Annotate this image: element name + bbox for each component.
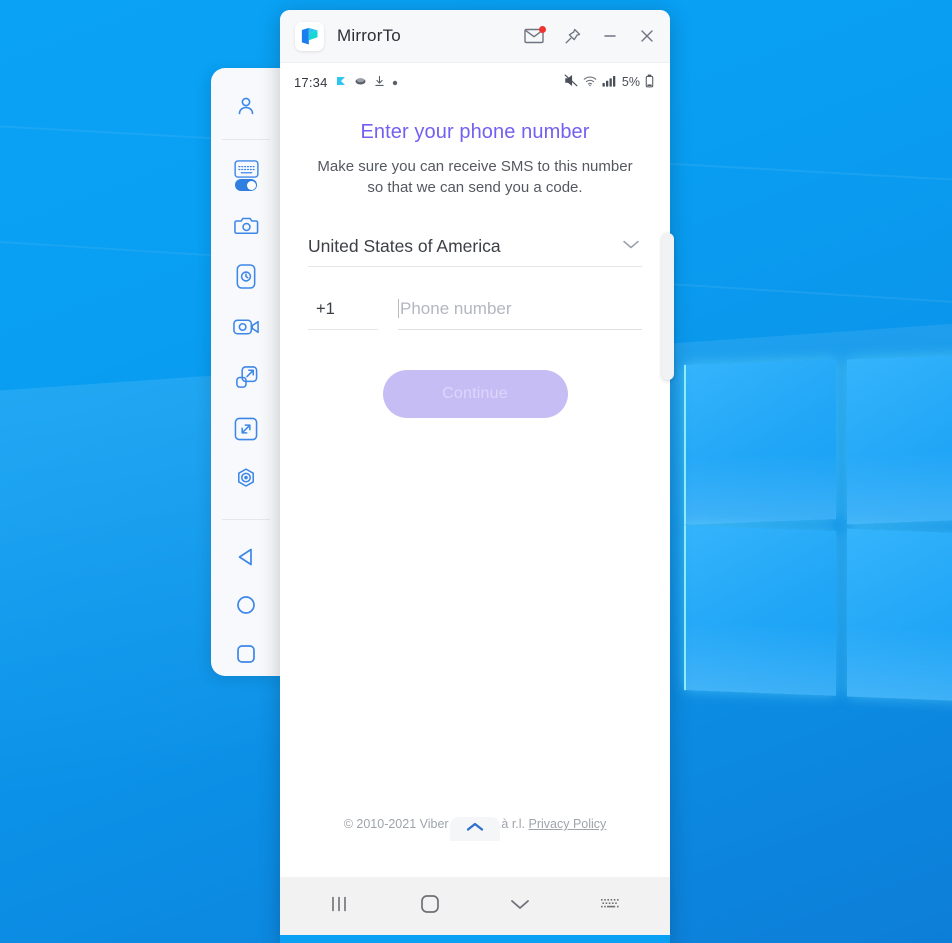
sidebar-item-account[interactable] (223, 84, 269, 129)
nav-home-button[interactable] (402, 884, 458, 928)
viber-notification-icon (335, 75, 347, 90)
sidebar-divider (222, 138, 270, 140)
window-bottom-accent (280, 935, 670, 943)
minimize-button[interactable] (601, 27, 619, 45)
feedback-mail-button[interactable] (524, 26, 546, 44)
notification-badge (539, 26, 546, 33)
windows-logo-pane (847, 528, 952, 704)
signal-icon (602, 75, 616, 90)
status-bar-left: 17:34 (294, 74, 398, 90)
dial-code-field[interactable]: +1 (308, 300, 378, 330)
chevron-down-icon (620, 237, 642, 256)
share-window-icon (234, 365, 259, 390)
phone-history-icon (236, 264, 256, 290)
phone-number-placeholder: Phone number (400, 298, 512, 318)
sidebar-item-android-back[interactable] (223, 534, 269, 579)
mirrorto-flag-logo (295, 21, 324, 51)
window-resize-handle[interactable] (662, 233, 674, 380)
sidebar-item-settings[interactable] (223, 457, 269, 502)
weather-icon (354, 74, 367, 90)
rounded-square-icon (418, 892, 442, 921)
sidebar-item-history[interactable] (223, 255, 269, 300)
battery-low-icon (645, 74, 654, 91)
mirrorto-sidebar (211, 68, 281, 676)
battery-percent: 5% (621, 75, 640, 89)
windows-logo-pane (684, 359, 836, 525)
download-icon (374, 75, 385, 90)
sidebar-item-android-recents[interactable] (223, 631, 269, 676)
status-bar-time: 17:34 (294, 74, 328, 90)
windows-logo-pane (847, 352, 952, 525)
mirrorto-window: MirrorTo 17:34 5% Enter your phone numbe… (280, 10, 670, 943)
camera-icon (233, 215, 259, 237)
sidebar-item-android-home[interactable] (223, 583, 269, 628)
phone-number-input[interactable]: Phone number (398, 299, 642, 330)
nav-keyboard-button[interactable] (583, 884, 639, 928)
phone-status-bar: 17:34 5% (280, 63, 670, 101)
video-camera-icon (232, 317, 260, 337)
home-circle-icon (235, 594, 257, 616)
country-selector-label: United States of America (308, 235, 501, 256)
chevron-up-icon (465, 820, 485, 838)
mute-icon (564, 74, 578, 90)
close-button[interactable] (638, 27, 656, 45)
dot-icon (392, 75, 398, 89)
nav-recents-button[interactable] (311, 884, 367, 928)
sidebar-divider (222, 519, 270, 521)
expand-up-tab[interactable] (450, 817, 500, 841)
recents-square-icon (235, 643, 257, 665)
keyboard-dots-icon (600, 897, 622, 916)
country-selector[interactable]: United States of America (308, 236, 642, 267)
window-titlebar: MirrorTo (280, 10, 670, 63)
app-title: MirrorTo (337, 26, 401, 45)
back-triangle-icon (235, 546, 257, 568)
viber-registration-screen: Enter your phone number Make sure you ca… (280, 101, 670, 877)
user-icon (234, 94, 258, 118)
pin-button[interactable] (563, 27, 582, 46)
windows-logo (671, 352, 952, 704)
chevron-down-icon (508, 896, 532, 917)
phone-mirror-screen: 17:34 5% Enter your phone number Make su… (280, 63, 670, 943)
gear-target-icon (234, 467, 258, 491)
sidebar-item-keyboard[interactable] (223, 154, 269, 199)
expand-arrows-icon (234, 417, 258, 441)
page-title: Enter your phone number (360, 121, 590, 143)
phone-number-row: +1 Phone number (308, 299, 642, 330)
three-bars-icon (328, 893, 350, 920)
status-bar-right: 5% (564, 74, 654, 91)
sidebar-item-record[interactable] (223, 305, 269, 350)
privacy-policy-link[interactable]: Privacy Policy (529, 817, 607, 831)
keyboard-icon (233, 160, 259, 192)
windows-logo-pane (684, 525, 836, 696)
text-caret (398, 299, 399, 319)
continue-button[interactable]: Continue (382, 369, 568, 418)
android-nav-bar (280, 877, 670, 935)
sidebar-item-fullscreen[interactable] (223, 406, 269, 451)
wifi-icon (583, 75, 597, 90)
nav-back-button[interactable] (492, 884, 548, 928)
window-controls (524, 26, 656, 46)
keyboard-toggle-switch[interactable] (235, 179, 257, 192)
sidebar-item-screenshot[interactable] (223, 204, 269, 249)
sidebar-item-share[interactable] (223, 356, 269, 401)
page-subtitle: Make sure you can receive SMS to this nu… (317, 158, 633, 197)
